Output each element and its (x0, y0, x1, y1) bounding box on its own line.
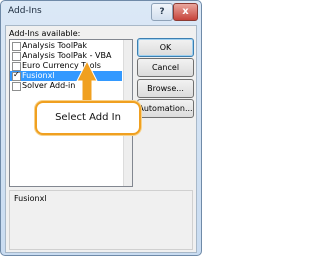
annotation-callout: Select Add In (35, 101, 141, 135)
addins-dialog: Add-Ins ? x Add-Ins available: Analysis … (0, 0, 202, 256)
callout-text: Select Add In (55, 112, 121, 123)
